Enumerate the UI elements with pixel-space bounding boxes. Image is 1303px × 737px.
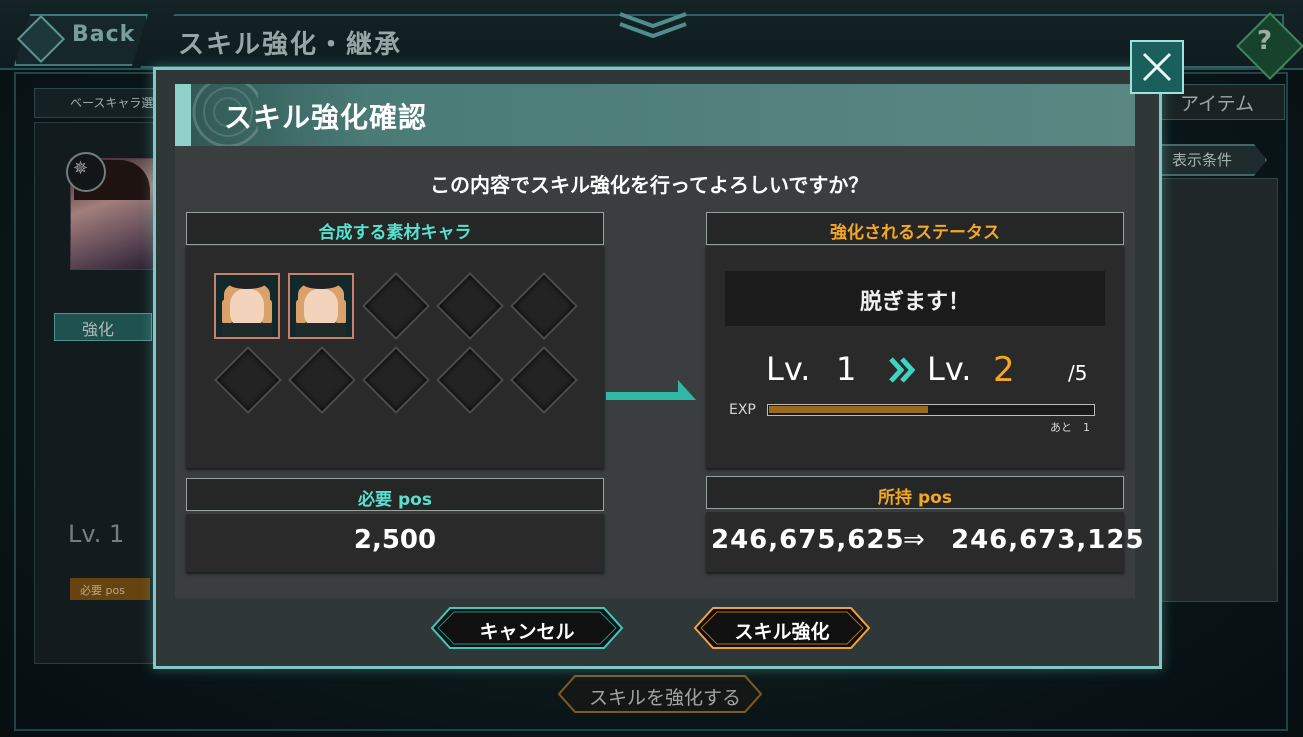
confirm-question: この内容でスキル強化を行ってよろしいですか？ (430, 173, 869, 197)
cancel-button-label: キャンセル (479, 621, 575, 643)
status-header-label: 強化されるステータス (830, 223, 1000, 243)
material-character-1[interactable] (214, 273, 280, 339)
exp-label: EXP (729, 402, 756, 418)
owned-pos-before: 246,675,625 (711, 525, 905, 555)
exp-remaining: あと 1 (1050, 421, 1090, 434)
close-icon (1142, 52, 1172, 82)
material-character-2[interactable] (288, 273, 354, 339)
new-level-value: 2 (993, 350, 1015, 390)
dialog-title: スキル強化確認 (224, 101, 428, 134)
double-chevron-right-icon (889, 357, 916, 383)
new-level-label: Lv. (927, 350, 972, 388)
arrow-right-icon (606, 380, 696, 400)
max-level: /5 (1068, 361, 1088, 385)
required-pos-header-label: 必要 pos (358, 490, 432, 510)
exp-progress-fill (769, 406, 928, 413)
owned-pos-after: 246,673,125 (951, 525, 1145, 555)
owned-pos-header-label: 所持 pos (878, 488, 952, 508)
skill-name: 脱ぎます！ (859, 290, 970, 315)
owned-pos-arrow: ⇒ (903, 525, 925, 555)
current-level-label: Lv. (766, 350, 811, 388)
required-pos-value: 2,500 (353, 525, 437, 555)
materials-header-label: 合成する素材キャラ (318, 223, 472, 243)
current-level-value: 1 (836, 350, 857, 388)
confirm-enhance-button-label: スキル強化 (734, 621, 830, 643)
